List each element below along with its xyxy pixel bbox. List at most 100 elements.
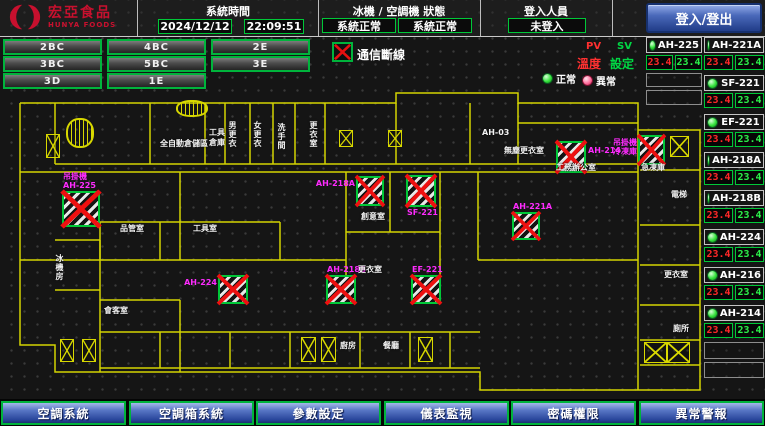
- abnormal-led-icon: [582, 75, 593, 86]
- login-logout-button[interactable]: 登入/登出: [646, 3, 762, 33]
- unit-ah-218a[interactable]: AH-218A: [704, 152, 764, 168]
- unit-name-label: AH-225: [658, 40, 699, 51]
- sv-header-label: SV: [617, 41, 632, 52]
- nav-button-1[interactable]: 空調系統: [1, 401, 126, 425]
- nav-button-2[interactable]: 空調箱系統: [129, 401, 254, 425]
- floor-button-3d[interactable]: 3D: [3, 73, 102, 89]
- empty-unit-slot: [704, 342, 764, 359]
- unit-ah-221a[interactable]: AH-221A: [704, 37, 764, 53]
- empty-unit-slot: [704, 362, 764, 378]
- offline-device-ah-218a[interactable]: AH-218A: [356, 176, 384, 206]
- normal-legend-label: 正常: [556, 71, 576, 86]
- floor-button-4bc[interactable]: 4BC: [107, 39, 206, 55]
- floor-button-3bc[interactable]: 3BC: [3, 56, 102, 72]
- yellow-x-icon: [47, 135, 59, 157]
- unit-pv-value: 23.4: [646, 55, 673, 70]
- yellow-x-icon: [668, 343, 689, 362]
- unit-sf-221[interactable]: SF-221: [704, 75, 764, 91]
- nav-button-label: 空調系統: [3, 403, 124, 423]
- offline-device-ah-218b[interactable]: AH-218B: [326, 275, 356, 304]
- room-label: 工具: [209, 128, 225, 137]
- logo-icon: [8, 2, 42, 32]
- nav-button-4[interactable]: 儀表監視: [384, 401, 509, 425]
- offline-device-ef-221[interactable]: EF-221: [411, 275, 441, 304]
- nav-button-6[interactable]: 異常警報: [639, 401, 764, 425]
- chiller-status-field: 系統正常: [322, 18, 396, 33]
- room-label: 工具室: [193, 224, 217, 233]
- unit-name-label: AH-224: [720, 232, 761, 243]
- unit-sv-value: 23.4: [735, 170, 764, 185]
- unit-ah-216[interactable]: AH-216: [704, 267, 764, 283]
- device-label: EF-221: [412, 265, 443, 274]
- floor-button-5bc[interactable]: 5BC: [107, 56, 206, 72]
- door-x-mark: [418, 337, 433, 362]
- unit-sv-value: 23.4: [735, 285, 764, 300]
- device-label: AH-218B: [327, 265, 366, 274]
- unit-sv-value: 23.4: [735, 55, 764, 70]
- unit-name-label: AH-218A: [712, 155, 761, 166]
- room-label: 更衣室: [664, 270, 688, 279]
- unit-name-label: SF-221: [720, 78, 761, 89]
- unit-value-row: 23.423.4: [704, 132, 764, 147]
- room-label: 廚房: [340, 341, 356, 350]
- unit-value-row: 23.423.4: [646, 55, 702, 70]
- unit-pv-value: 23.4: [704, 170, 733, 185]
- offline-device-吊掛機-ah-225[interactable]: 吊掛機AH-225: [62, 191, 100, 227]
- comm-fail-x-icon: [406, 175, 436, 207]
- unit-pv-value: 23.4: [704, 247, 733, 262]
- device-label: AH-218A: [316, 179, 355, 188]
- sv-desc-label: 設定: [610, 55, 634, 72]
- unit-pv-value: 23.4: [704, 323, 733, 338]
- offline-device-吊掛機-冷凍庫[interactable]: 吊掛機冷凍庫: [638, 135, 665, 165]
- floor-button-label: 2E: [213, 41, 308, 53]
- door-x-mark: [321, 337, 336, 362]
- yellow-x-icon: [340, 131, 352, 146]
- floor-button-2bc[interactable]: 2BC: [3, 39, 102, 55]
- unit-name-label: EF-221: [720, 117, 761, 128]
- abnormal-legend-label: 異常: [596, 73, 616, 88]
- unit-ah-214[interactable]: AH-214: [704, 305, 764, 321]
- room-label: 冰機房: [55, 254, 64, 281]
- comm-fail-x-icon: [326, 275, 356, 304]
- comm-fail-x-icon: [638, 135, 665, 165]
- offline-device-ah-214[interactable]: AH-214: [556, 141, 586, 173]
- room-label: 會客室: [104, 306, 128, 315]
- unit-sv-value: 23.4: [735, 247, 764, 262]
- floor-button-1e[interactable]: 1E: [107, 73, 206, 89]
- nav-button-3[interactable]: 參數設定: [256, 401, 381, 425]
- device-label: 吊掛機AH-225: [63, 172, 96, 190]
- unit-value-row: 23.423.4: [704, 170, 764, 185]
- normal-led-icon: [542, 73, 553, 84]
- room-label: 創意室: [361, 212, 385, 221]
- unit-ah-225[interactable]: AH-225: [646, 37, 702, 53]
- nav-button-5[interactable]: 密碼權限: [511, 401, 636, 425]
- unit-status-led: [707, 232, 718, 243]
- floor-button-2e[interactable]: 2E: [211, 39, 310, 55]
- offline-device-sf-221[interactable]: SF-221: [406, 175, 436, 207]
- header-bar: 宏亞食品 HUNYA FOODS 系統時間 2024/12/12 22:09:5…: [0, 0, 765, 37]
- pv-header-label: PV: [586, 41, 601, 52]
- floor-button-label: 3E: [213, 58, 308, 70]
- normal-legend: 正常: [542, 71, 576, 86]
- unit-ah-224[interactable]: AH-224: [704, 229, 764, 245]
- floor-button-label: 4BC: [109, 41, 204, 53]
- offline-device-ah-224[interactable]: AH-224: [218, 275, 248, 304]
- empty-unit-slot: [646, 90, 702, 105]
- unit-pv-value: 23.4: [704, 285, 733, 300]
- unit-ef-221[interactable]: EF-221: [704, 114, 764, 130]
- empty-unit-slot: [646, 73, 702, 87]
- unit-status-led: [707, 40, 710, 51]
- stair-icon: [66, 118, 94, 148]
- room-label: AH-03: [482, 128, 509, 137]
- unit-ah-218b[interactable]: AH-218B: [704, 190, 764, 206]
- floor-button-3e[interactable]: 3E: [211, 56, 310, 72]
- comm-fail-x-icon: [62, 191, 100, 227]
- unit-value-row: 23.423.4: [704, 93, 764, 108]
- unit-value-row: 23.423.4: [704, 247, 764, 262]
- nav-button-label: 參數設定: [258, 403, 379, 423]
- system-clock-field: 22:09:51: [244, 19, 304, 34]
- offline-device-ah-221a[interactable]: AH-221A: [512, 212, 540, 240]
- unit-sv-value: 23.4: [735, 208, 764, 223]
- unit-value-row: 23.423.4: [704, 208, 764, 223]
- device-label: 吊掛機冷凍庫: [613, 138, 637, 156]
